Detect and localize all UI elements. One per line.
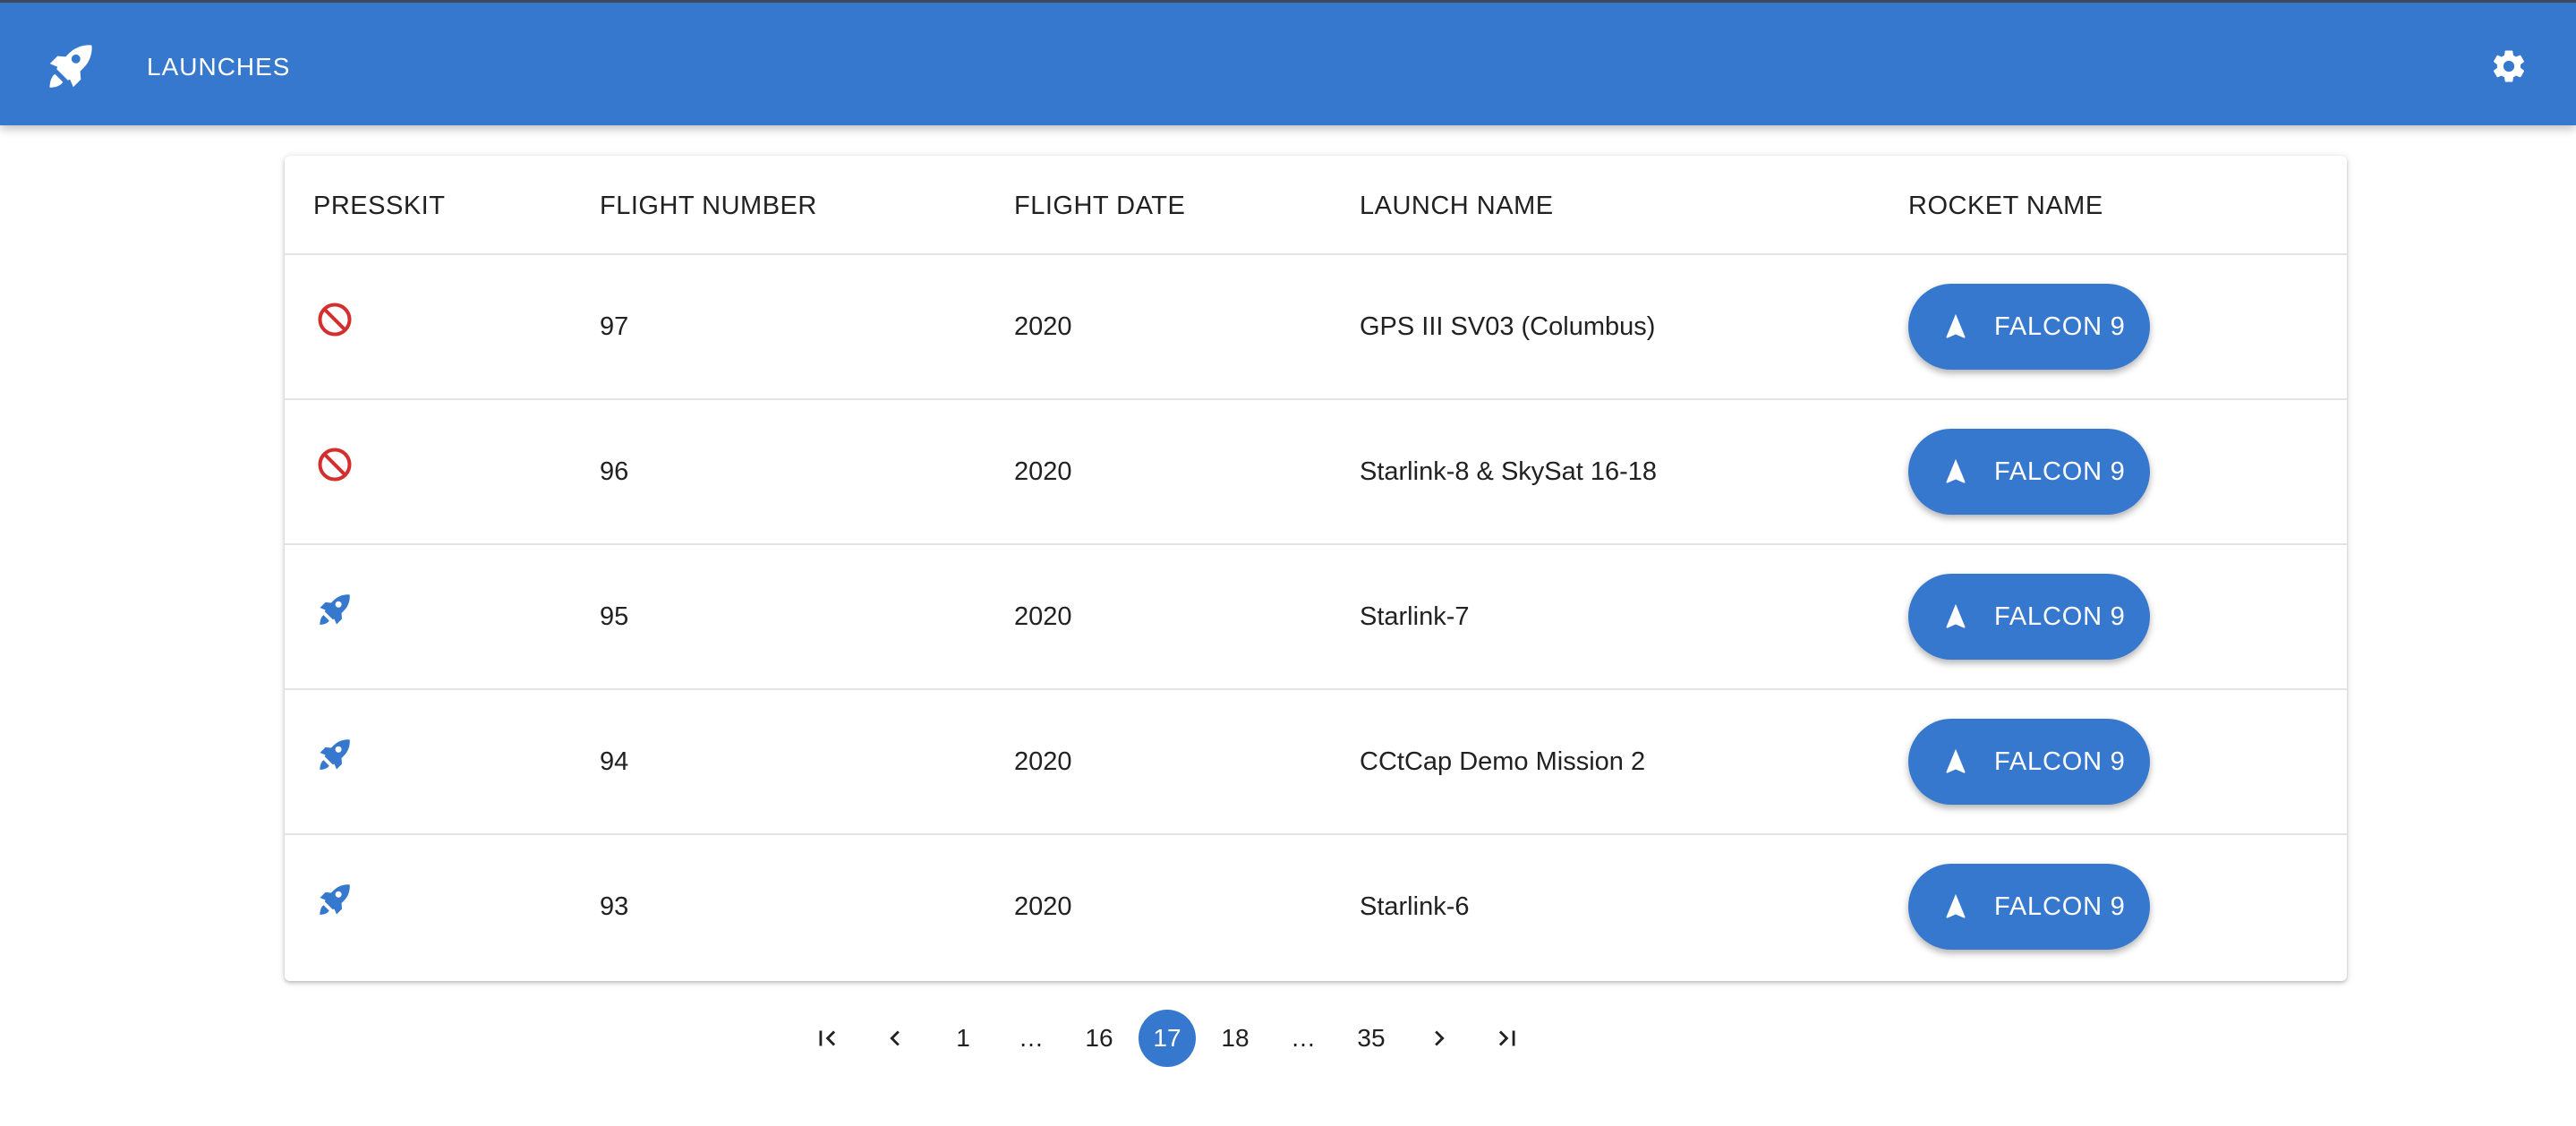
rocket-name-button[interactable]: FALCON 9 (1908, 574, 2150, 660)
flight-number: 94 (600, 747, 629, 776)
launch-name: Starlink-6 (1360, 892, 1470, 921)
flight-date: 2020 (1014, 892, 1072, 921)
table-header: PRESSKIT FLIGHT NUMBER FLIGHT DATE LAUNC… (285, 156, 2347, 255)
table-row: 96 2020 Starlink-8 & SkySat 16-18 FALCON… (285, 400, 2347, 545)
rocket-icon[interactable] (315, 590, 354, 629)
flight-number: 93 (600, 892, 629, 921)
page-button-1[interactable]: 1 (934, 1010, 992, 1067)
last-page-icon[interactable] (1479, 1010, 1536, 1067)
navigation-arrow-icon (1946, 458, 1966, 483)
block-icon (318, 303, 352, 337)
first-page-icon[interactable] (798, 1010, 856, 1067)
page-ellipsis: … (1291, 1024, 1316, 1052)
chevron-left-icon[interactable] (866, 1010, 924, 1067)
page-ellipsis: … (1019, 1024, 1044, 1052)
navigation-arrow-icon (1946, 748, 1966, 773)
navigation-arrow-icon (1946, 313, 1966, 338)
rocket-name-label: FALCON 9 (1994, 602, 2126, 631)
table-row: 97 2020 GPS III SV03 (Columbus) FALCON 9 (285, 255, 2347, 400)
rocket-name-label: FALCON 9 (1994, 312, 2126, 341)
flight-number: 96 (600, 457, 629, 486)
column-header-rocket-name: ROCKET NAME (1908, 192, 2103, 220)
page-button-18[interactable]: 18 (1207, 1010, 1264, 1067)
flight-date: 2020 (1014, 602, 1072, 631)
rocket-name-button[interactable]: FALCON 9 (1908, 284, 2150, 370)
launch-name: Starlink-8 & SkySat 16-18 (1360, 457, 1658, 486)
rocket-name-button[interactable]: FALCON 9 (1908, 429, 2150, 515)
flight-date: 2020 (1014, 747, 1072, 776)
rocket-name-button[interactable]: FALCON 9 (1908, 864, 2150, 950)
flight-date: 2020 (1014, 312, 1072, 341)
column-header-flight-date: FLIGHT DATE (1014, 192, 1186, 220)
flight-number: 97 (600, 312, 629, 341)
launches-table: PRESSKIT FLIGHT NUMBER FLIGHT DATE LAUNC… (285, 156, 2347, 981)
column-header-presskit: PRESSKIT (313, 192, 446, 220)
navigation-arrow-icon (1946, 603, 1966, 628)
page-button-17-current[interactable]: 17 (1139, 1010, 1196, 1067)
flight-date: 2020 (1014, 457, 1072, 486)
page-button-35[interactable]: 35 (1343, 1010, 1400, 1067)
rocket-icon[interactable] (315, 735, 354, 774)
rocket-icon[interactable] (43, 38, 98, 94)
table-row: 94 2020 CCtCap Demo Mission 2 FALCON 9 (285, 690, 2347, 835)
rocket-name-label: FALCON 9 (1994, 457, 2126, 486)
flight-number: 95 (600, 602, 629, 631)
rocket-name-button[interactable]: FALCON 9 (1908, 719, 2150, 805)
rocket-name-label: FALCON 9 (1994, 747, 2126, 776)
table-row: 93 2020 Starlink-6 FALCON 9 (285, 835, 2347, 980)
rocket-icon[interactable] (315, 880, 354, 919)
launch-name: Starlink-7 (1360, 602, 1470, 631)
column-header-flight-number: FLIGHT NUMBER (600, 192, 817, 220)
column-header-launch-name: LAUNCH NAME (1360, 192, 1554, 220)
rocket-name-label: FALCON 9 (1994, 892, 2126, 921)
page-title: LAUNCHES (147, 53, 291, 81)
launch-name: CCtCap Demo Mission 2 (1360, 747, 1646, 776)
table-row: 95 2020 Starlink-7 FALCON 9 (285, 545, 2347, 690)
chevron-right-icon[interactable] (1411, 1010, 1468, 1067)
app-bar: LAUNCHES (0, 0, 2576, 125)
page-button-16[interactable]: 16 (1070, 1010, 1128, 1067)
gear-icon[interactable] (2490, 47, 2528, 85)
launch-name: GPS III SV03 (Columbus) (1360, 312, 1656, 341)
navigation-arrow-icon (1946, 893, 1966, 918)
block-icon (318, 448, 352, 482)
